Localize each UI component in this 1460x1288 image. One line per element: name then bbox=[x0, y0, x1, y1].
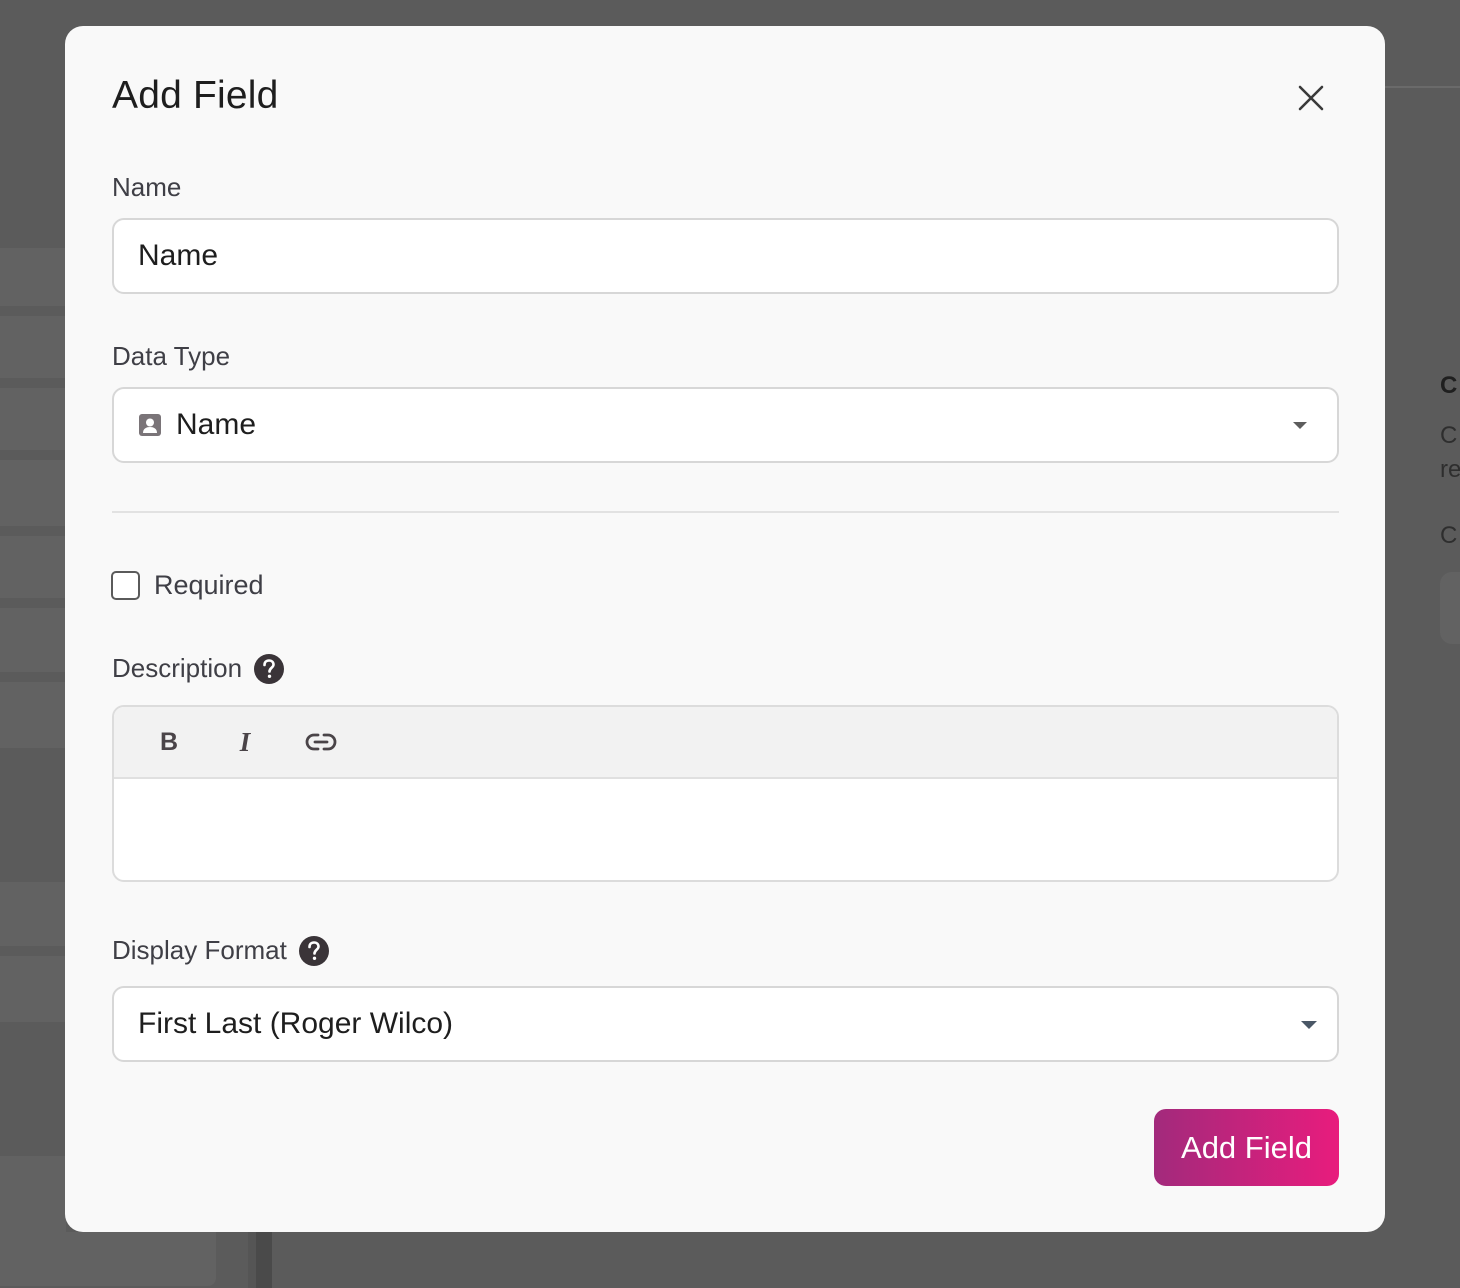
display-format-label-text: Display Format bbox=[112, 935, 287, 965]
add-field-dialog: Add Field Name Data Type Name Required D… bbox=[65, 26, 1385, 1232]
background-row bbox=[0, 682, 66, 748]
background-control bbox=[1440, 572, 1460, 644]
link-button[interactable] bbox=[286, 716, 356, 768]
bold-icon: B bbox=[159, 727, 179, 756]
background-row bbox=[0, 956, 66, 1022]
background-divider bbox=[1385, 86, 1460, 88]
data-type-select[interactable]: Name bbox=[112, 387, 1339, 463]
link-icon bbox=[305, 733, 337, 751]
description-label-text: Description bbox=[112, 653, 243, 683]
add-field-button[interactable]: Add Field bbox=[1154, 1109, 1339, 1186]
required-label: Required bbox=[154, 570, 264, 600]
background-text: re bbox=[1440, 456, 1460, 483]
close-button[interactable] bbox=[1291, 78, 1331, 118]
name-input[interactable] bbox=[112, 218, 1339, 294]
section-divider bbox=[112, 511, 1339, 513]
data-type-label: Data Type bbox=[112, 341, 230, 372]
italic-button[interactable]: I bbox=[210, 716, 280, 768]
background-row bbox=[0, 608, 66, 672]
question-circle-icon[interactable] bbox=[298, 935, 329, 966]
description-editor: B I bbox=[112, 705, 1339, 882]
background-scrollbar bbox=[256, 1232, 272, 1288]
background-card bbox=[0, 1232, 216, 1286]
background-row bbox=[0, 388, 66, 450]
required-checkbox-row[interactable]: Required bbox=[111, 570, 264, 601]
background-text: C bbox=[1440, 422, 1458, 449]
background-text: C bbox=[1440, 522, 1458, 549]
display-format-value: First Last (Roger Wilco) bbox=[138, 1007, 454, 1040]
chevron-down-icon bbox=[1301, 1021, 1317, 1029]
background-row bbox=[0, 460, 66, 526]
display-format-label: Display Format bbox=[112, 935, 329, 966]
required-checkbox[interactable] bbox=[111, 571, 140, 600]
background-row bbox=[0, 536, 66, 598]
background-row bbox=[0, 316, 66, 378]
close-icon bbox=[1298, 85, 1324, 111]
name-label: Name bbox=[112, 172, 181, 203]
chevron-down-icon bbox=[1293, 422, 1307, 429]
data-type-value: Name bbox=[176, 408, 257, 441]
bold-button[interactable]: B bbox=[134, 716, 204, 768]
background-row bbox=[0, 1156, 66, 1232]
data-type-label-text: Data Type bbox=[112, 341, 231, 371]
background-row bbox=[0, 248, 66, 306]
background-divider bbox=[248, 1232, 256, 1288]
background-row bbox=[0, 882, 66, 946]
name-label-text: Name bbox=[112, 172, 182, 202]
display-format-select[interactable]: First Last (Roger Wilco) bbox=[112, 986, 1339, 1062]
question-circle-icon[interactable] bbox=[254, 653, 285, 684]
italic-icon: I bbox=[239, 726, 251, 757]
description-label: Description bbox=[112, 653, 285, 684]
description-input[interactable] bbox=[114, 779, 1337, 880]
person-card-icon bbox=[138, 413, 162, 437]
dialog-title: Add Field bbox=[112, 74, 279, 117]
editor-toolbar: B I bbox=[114, 707, 1337, 779]
background-heading: C bbox=[1440, 372, 1458, 399]
